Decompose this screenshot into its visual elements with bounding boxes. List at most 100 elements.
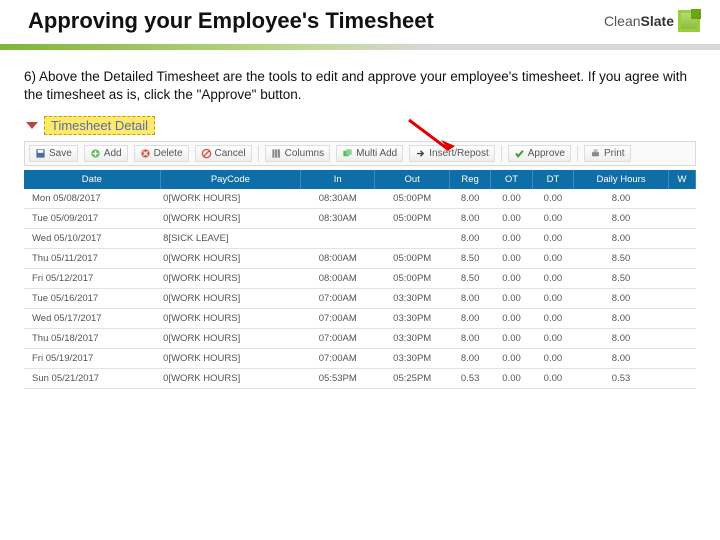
cell: 0.00 — [491, 249, 532, 269]
delete-label: Delete — [154, 148, 183, 159]
cell: 0.53 — [574, 369, 669, 389]
cell — [668, 229, 695, 249]
cell: 8.00 — [574, 289, 669, 309]
print-label: Print — [604, 148, 625, 159]
cell: 05:00PM — [375, 209, 449, 229]
cell: 8.50 — [574, 249, 669, 269]
cell: 0.00 — [532, 349, 573, 369]
cell: 8.50 — [449, 249, 490, 269]
cell: 03:30PM — [375, 289, 449, 309]
delete-button[interactable]: Delete — [134, 145, 189, 162]
table-row[interactable]: Sun 05/21/20170[WORK HOURS]05:53PM05:25P… — [24, 369, 696, 389]
cancel-button[interactable]: Cancel — [195, 145, 252, 162]
cell: 0[WORK HOURS] — [160, 269, 300, 289]
logo-text: CleanSlate — [604, 13, 674, 29]
cell: 8.00 — [449, 309, 490, 329]
save-button[interactable]: Save — [29, 145, 78, 162]
cell: 8.00 — [449, 209, 490, 229]
chevron-down-icon[interactable] — [26, 122, 38, 129]
toolbar-separator — [501, 146, 502, 162]
add-label: Add — [104, 148, 122, 159]
table-row[interactable]: Wed 05/17/20170[WORK HOURS]07:00AM03:30P… — [24, 309, 696, 329]
cell: 03:30PM — [375, 349, 449, 369]
cell — [668, 349, 695, 369]
insert-repost-button[interactable]: Insert/Repost — [409, 145, 494, 162]
cell: Thu 05/11/2017 — [24, 249, 160, 269]
timesheet-panel: Timesheet Detail Save Add Delete Cancel … — [24, 112, 696, 389]
multiadd-button[interactable]: Multi Add — [336, 145, 403, 162]
cell: 07:00AM — [301, 289, 375, 309]
add-button[interactable]: Add — [84, 145, 128, 162]
print-button[interactable]: Print — [584, 145, 631, 162]
cell: 8.50 — [574, 269, 669, 289]
cell: Mon 05/08/2017 — [24, 189, 160, 209]
insert-repost-label: Insert/Repost — [429, 148, 488, 159]
cell: 0.00 — [491, 309, 532, 329]
cell: 0[WORK HOURS] — [160, 249, 300, 269]
cell: 07:00AM — [301, 309, 375, 329]
cell: 0.00 — [532, 289, 573, 309]
cell: Wed 05/17/2017 — [24, 309, 160, 329]
table-row[interactable]: Tue 05/16/20170[WORK HOURS]07:00AM03:30P… — [24, 289, 696, 309]
cell — [668, 269, 695, 289]
approve-button[interactable]: Approve — [508, 145, 571, 162]
cell: 0[WORK HOURS] — [160, 209, 300, 229]
cell — [301, 229, 375, 249]
table-row[interactable]: Wed 05/10/20178[SICK LEAVE]8.000.000.008… — [24, 229, 696, 249]
toolbar: Save Add Delete Cancel Columns Multi Add… — [24, 141, 696, 166]
cell: 0.00 — [532, 269, 573, 289]
cell: 0[WORK HOURS] — [160, 309, 300, 329]
cell: 08:00AM — [301, 269, 375, 289]
cell: 07:00AM — [301, 329, 375, 349]
cell: 0.00 — [491, 349, 532, 369]
cell: 08:30AM — [301, 189, 375, 209]
cell — [375, 229, 449, 249]
cell: 0[WORK HOURS] — [160, 369, 300, 389]
table-row[interactable]: Tue 05/09/20170[WORK HOURS]08:30AM05:00P… — [24, 209, 696, 229]
column-header: DT — [532, 170, 573, 189]
cell: 05:25PM — [375, 369, 449, 389]
page-title: Approving your Employee's Timesheet — [28, 8, 604, 34]
table-row[interactable]: Thu 05/11/20170[WORK HOURS]08:00AM05:00P… — [24, 249, 696, 269]
columns-button[interactable]: Columns — [265, 145, 330, 162]
cell: 0.00 — [532, 329, 573, 349]
column-header: PayCode — [160, 170, 300, 189]
table-row[interactable]: Thu 05/18/20170[WORK HOURS]07:00AM03:30P… — [24, 329, 696, 349]
cell: 05:00PM — [375, 189, 449, 209]
cell: 05:00PM — [375, 269, 449, 289]
cell: Tue 05/16/2017 — [24, 289, 160, 309]
column-header: W — [668, 170, 695, 189]
table-row[interactable]: Fri 05/12/20170[WORK HOURS]08:00AM05:00P… — [24, 269, 696, 289]
cell: 05:53PM — [301, 369, 375, 389]
cell: 8[SICK LEAVE] — [160, 229, 300, 249]
cell: 8.00 — [574, 189, 669, 209]
cell: 0[WORK HOURS] — [160, 189, 300, 209]
cell: 0.00 — [532, 189, 573, 209]
cell — [668, 309, 695, 329]
timesheet-table: DatePayCodeInOutRegOTDTDaily HoursW Mon … — [24, 170, 696, 389]
cell: 8.00 — [449, 189, 490, 209]
column-header: OT — [491, 170, 532, 189]
column-header: Reg — [449, 170, 490, 189]
cell: Fri 05/12/2017 — [24, 269, 160, 289]
cell: 03:30PM — [375, 329, 449, 349]
cell: Wed 05/10/2017 — [24, 229, 160, 249]
column-header: In — [301, 170, 375, 189]
cell: 0.00 — [532, 309, 573, 329]
cell: 0.00 — [532, 369, 573, 389]
table-row[interactable]: Fri 05/19/20170[WORK HOURS]07:00AM03:30P… — [24, 349, 696, 369]
cell: 03:30PM — [375, 309, 449, 329]
cell: 0.00 — [491, 289, 532, 309]
cell: 8.50 — [449, 269, 490, 289]
instruction-text: 6) Above the Detailed Timesheet are the … — [0, 50, 720, 112]
columns-label: Columns — [285, 148, 324, 159]
cell — [668, 369, 695, 389]
cell: 8.00 — [574, 349, 669, 369]
cell — [668, 289, 695, 309]
logo: CleanSlate — [604, 10, 700, 32]
table-row[interactable]: Mon 05/08/20170[WORK HOURS]08:30AM05:00P… — [24, 189, 696, 209]
cell: 0[WORK HOURS] — [160, 329, 300, 349]
cell: 8.00 — [449, 289, 490, 309]
cell: 0[WORK HOURS] — [160, 289, 300, 309]
cell: 0.00 — [532, 249, 573, 269]
